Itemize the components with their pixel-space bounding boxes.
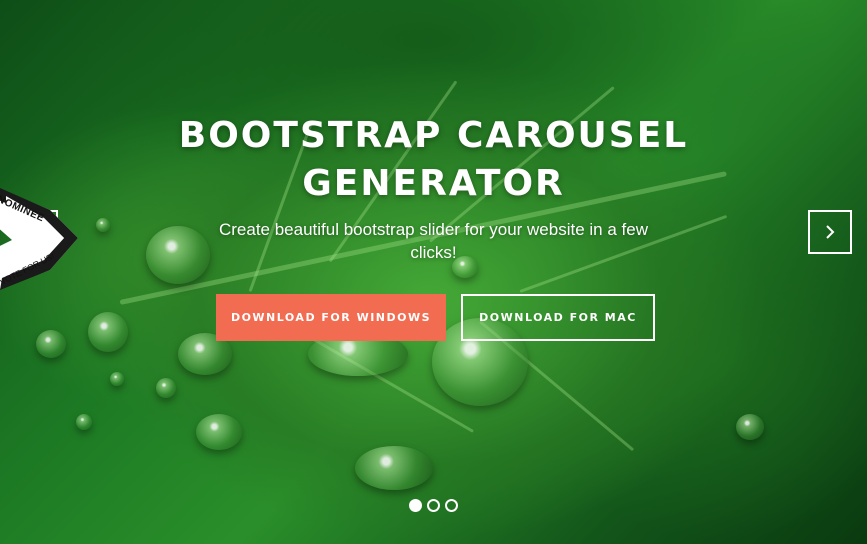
- chevron-right-icon: [826, 225, 835, 239]
- badge-ribbon-icon: [0, 188, 78, 290]
- hero-subtitle: Create beautiful bootstrap slider for yo…: [218, 220, 648, 262]
- water-drop: [36, 330, 66, 358]
- download-windows-button[interactable]: DOWNLOAD FOR WINDOWS: [216, 294, 446, 341]
- water-drop: [76, 414, 92, 430]
- water-drop: [110, 372, 124, 386]
- carousel-next-button[interactable]: [808, 210, 852, 254]
- carousel-indicator[interactable]: [409, 499, 422, 512]
- download-buttons: DOWNLOAD FOR WINDOWS DOWNLOAD FOR MAC: [216, 294, 655, 341]
- hero-title-line1: BOOTSTRAP CAROUSEL: [178, 115, 689, 156]
- nominee-badge[interactable]: NOMINEE VOTE FOR US!: [0, 160, 90, 310]
- hero-caption: BOOTSTRAP CAROUSEL GENERATOR Create beau…: [0, 112, 867, 264]
- water-drop: [355, 446, 433, 490]
- carousel-slide: BOOTSTRAP CAROUSEL GENERATOR Create beau…: [0, 0, 867, 544]
- hero-title-line2: GENERATOR: [302, 163, 565, 204]
- water-drop: [156, 378, 176, 398]
- water-drop: [736, 414, 764, 440]
- carousel-indicator[interactable]: [445, 499, 458, 512]
- carousel-indicators: [409, 499, 458, 512]
- water-drop: [196, 414, 242, 450]
- hero-title: BOOTSTRAP CAROUSEL GENERATOR: [154, 112, 714, 208]
- water-drop: [88, 312, 128, 352]
- download-mac-button[interactable]: DOWNLOAD FOR MAC: [461, 294, 655, 341]
- carousel-indicator[interactable]: [427, 499, 440, 512]
